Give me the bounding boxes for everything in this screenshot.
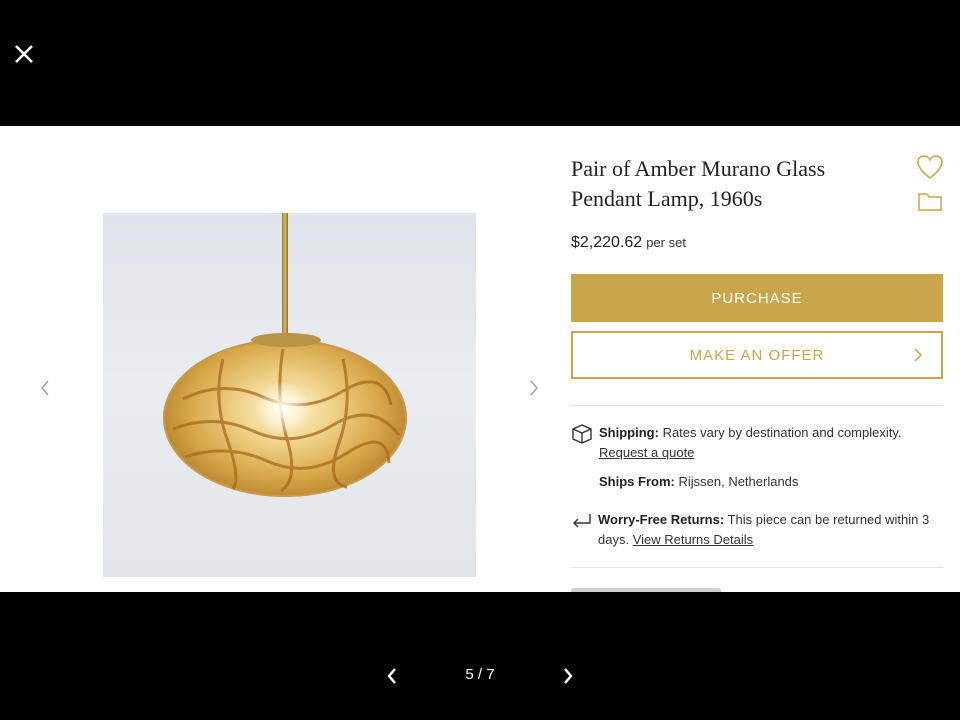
close-icon (15, 45, 33, 63)
divider (571, 405, 943, 406)
chevron-right-icon (914, 348, 923, 362)
request-quote-link[interactable]: Request a quote (599, 445, 694, 460)
photo-prev-button[interactable] (35, 376, 55, 400)
make-offer-label: MAKE AN OFFER (689, 346, 825, 364)
chevron-right-icon (530, 380, 538, 396)
shipping-text: Rates vary by destination and complexity… (662, 425, 902, 440)
product-image[interactable] (103, 213, 476, 577)
price-unit: per set (646, 235, 686, 250)
image-counter: 5 / 7 (465, 666, 495, 683)
return-arrow-icon (573, 514, 591, 528)
ships-from-label: Ships From: (599, 474, 675, 489)
folder-icon (918, 193, 942, 211)
save-to-folder-button[interactable] (917, 190, 943, 212)
lamp-cap (251, 333, 321, 347)
heart-icon (917, 155, 943, 180)
pager-next-button[interactable] (556, 664, 580, 688)
chevron-left-icon (41, 380, 49, 396)
divider (571, 567, 943, 568)
product-title-line-2: Pendant Lamp, 1960s (571, 186, 763, 211)
returns-text: This piece can be returned within 3 (727, 512, 930, 527)
cut-off-content (571, 584, 791, 592)
returns-label: Worry-Free Returns: (598, 512, 725, 527)
purchase-button[interactable]: PURCHASE (571, 274, 943, 322)
returns-text-end: days. (598, 532, 630, 547)
listing-panel: Pair of Amber Murano Glass Pendant Lamp,… (0, 126, 960, 592)
make-offer-button[interactable]: MAKE AN OFFER (571, 331, 943, 379)
ships-from: Ships From: Rijssen, Netherlands (599, 472, 798, 492)
lamp-light (253, 383, 313, 433)
pager-prev-button[interactable] (380, 664, 404, 688)
product-title: Pair of Amber Murano Glass Pendant Lamp,… (571, 154, 891, 214)
ships-from-value: Rijssen, Netherlands (678, 474, 799, 489)
view-returns-link[interactable]: View Returns Details (633, 532, 753, 547)
product-title-line-1: Pair of Amber Murano Glass (571, 156, 826, 181)
price: $2,220.62 per set (571, 234, 686, 252)
lamp-rod (282, 213, 288, 337)
returns-info: Worry-Free Returns: This piece can be re… (598, 510, 943, 550)
chevron-right-icon (564, 668, 573, 684)
close-button[interactable] (10, 40, 38, 68)
chevron-left-icon (387, 668, 396, 684)
shipping-label: Shipping: (599, 425, 659, 440)
shipping-info: Shipping: Rates vary by destination and … (599, 423, 939, 463)
price-value: $2,220.62 (571, 234, 643, 251)
favorite-button[interactable] (916, 154, 944, 180)
box-icon (572, 424, 592, 444)
photo-next-button[interactable] (524, 376, 544, 400)
